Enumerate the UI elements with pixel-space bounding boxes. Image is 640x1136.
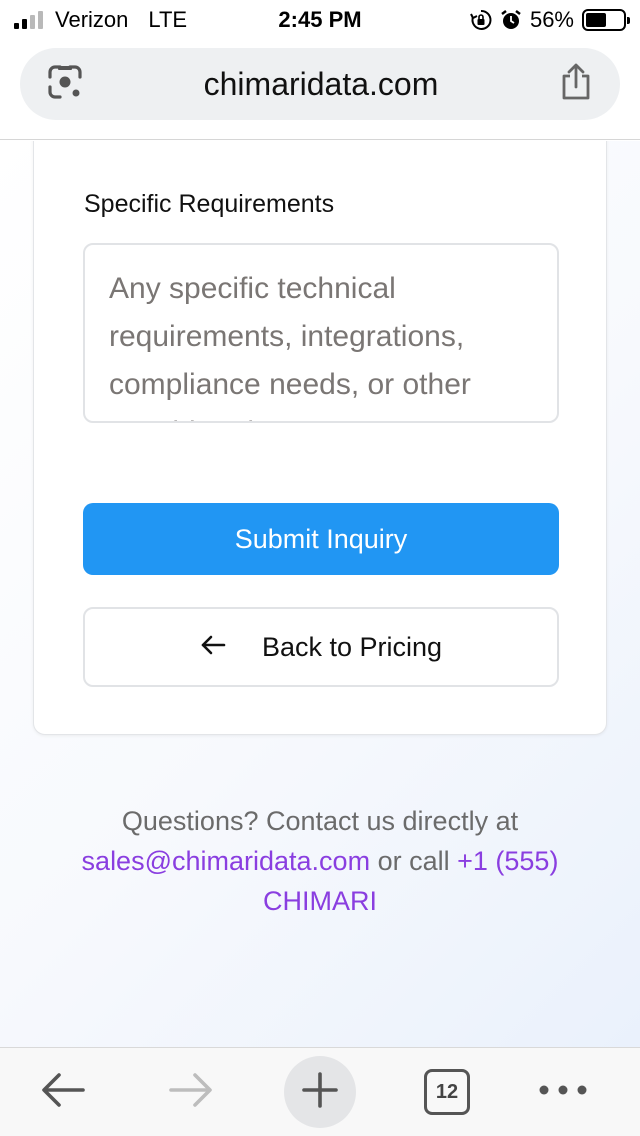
tab-switcher-button[interactable]: 12 bbox=[414, 1056, 480, 1128]
browser-address-area: chimaridata.com bbox=[0, 40, 640, 140]
tab-count: 12 bbox=[424, 1069, 470, 1115]
inquiry-form-card: Specific Requirements Any specific techn… bbox=[33, 141, 607, 735]
status-left: Verizon LTE bbox=[14, 7, 187, 33]
nav-forward-icon bbox=[167, 1070, 215, 1115]
status-bar: Verizon LTE 2:45 PM 56% bbox=[0, 0, 640, 40]
contact-middle: or call bbox=[377, 846, 450, 876]
new-tab-button[interactable] bbox=[284, 1056, 356, 1128]
address-bar[interactable]: chimaridata.com bbox=[20, 48, 620, 120]
page-content: Specific Requirements Any specific techn… bbox=[0, 141, 640, 1047]
more-dots-icon bbox=[538, 1083, 588, 1101]
nav-forward-button[interactable] bbox=[158, 1056, 224, 1128]
url-text[interactable]: chimaridata.com bbox=[204, 66, 439, 103]
share-icon[interactable] bbox=[558, 62, 594, 107]
status-right: 56% bbox=[470, 7, 630, 33]
carrier-name: Verizon bbox=[55, 7, 129, 32]
google-lens-icon[interactable] bbox=[46, 63, 84, 106]
nav-back-icon bbox=[39, 1070, 87, 1115]
back-to-pricing-button[interactable]: Back to Pricing bbox=[83, 607, 559, 687]
contact-prefix: Questions? Contact us directly at bbox=[121, 806, 519, 836]
submit-inquiry-label: Submit Inquiry bbox=[234, 523, 408, 554]
network-type: LTE bbox=[148, 7, 188, 32]
nav-back-button[interactable] bbox=[30, 1056, 96, 1128]
plus-icon bbox=[301, 1071, 339, 1114]
requirements-textarea[interactable]: Any specific technical requirements, int… bbox=[83, 243, 559, 423]
sales-email-link[interactable]: sales@chimaridata.com bbox=[82, 846, 371, 876]
requirements-placeholder: Any specific technical requirements, int… bbox=[109, 272, 471, 421]
battery-percent: 56% bbox=[529, 7, 574, 32]
submit-inquiry-button[interactable]: Submit Inquiry bbox=[83, 503, 559, 575]
browser-toolbar: 12 bbox=[0, 1047, 640, 1136]
signal-strength-icon bbox=[14, 11, 43, 29]
arrow-left-icon bbox=[200, 632, 226, 663]
battery-fill bbox=[586, 13, 607, 27]
contact-info: Questions? Contact us directly at sales@… bbox=[40, 801, 600, 921]
back-to-pricing-label: Back to Pricing bbox=[261, 631, 443, 662]
requirements-label: Specific Requirements bbox=[84, 190, 335, 218]
more-options-button[interactable] bbox=[530, 1056, 596, 1128]
alarm-icon bbox=[500, 9, 522, 31]
battery-icon bbox=[582, 9, 630, 31]
orientation-lock-icon bbox=[470, 9, 492, 31]
